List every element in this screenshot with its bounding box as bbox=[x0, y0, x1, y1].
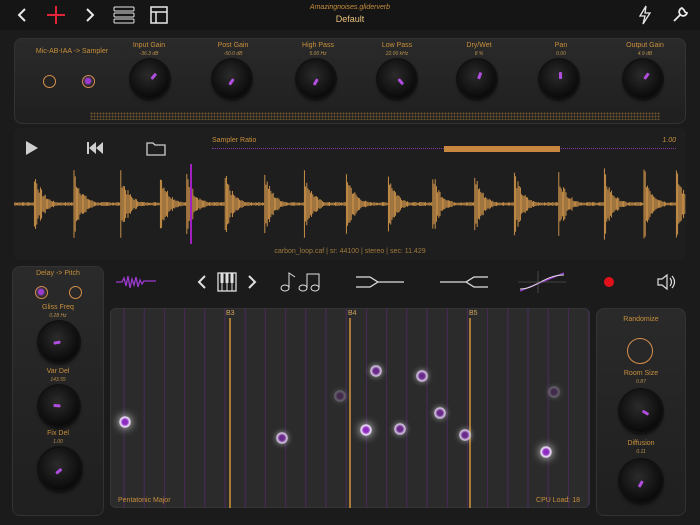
knob-label: Diffusion bbox=[627, 440, 655, 447]
var-del-knob[interactable] bbox=[39, 386, 79, 426]
play-icon[interactable] bbox=[24, 140, 40, 161]
folder-icon[interactable] bbox=[146, 140, 166, 161]
split-icon[interactable] bbox=[440, 270, 488, 294]
mode-radio-delay[interactable] bbox=[35, 286, 48, 299]
lightning-icon[interactable] bbox=[636, 3, 654, 27]
knob-label: Room Size bbox=[623, 370, 659, 377]
note-label: B4 bbox=[348, 310, 357, 317]
music-note-icon[interactable] bbox=[278, 270, 322, 294]
sampler-ratio-value: 1.00 bbox=[662, 137, 676, 144]
knob-value: 4.9 dB bbox=[637, 51, 653, 57]
voice-orb[interactable] bbox=[416, 370, 428, 382]
voice-orb[interactable] bbox=[459, 429, 471, 441]
voice-orb[interactable] bbox=[119, 416, 131, 428]
reverb-panel: Randomize Room Size 0.87 Diffusion 0.11 bbox=[596, 308, 686, 516]
chevron-left-icon[interactable] bbox=[12, 3, 32, 27]
voice-orb[interactable] bbox=[540, 446, 552, 458]
voice-orb[interactable] bbox=[276, 432, 288, 444]
curve-icon[interactable] bbox=[518, 270, 566, 294]
randomize-button[interactable] bbox=[627, 338, 653, 364]
knob-value: 22.00 kHz bbox=[385, 51, 409, 57]
voice-orb[interactable] bbox=[548, 386, 560, 398]
knob-value: 0.00 bbox=[556, 51, 566, 57]
post-gain-knob[interactable] bbox=[213, 60, 251, 98]
add-icon[interactable] bbox=[44, 3, 68, 27]
knob-label: Output Gain bbox=[626, 42, 664, 49]
pan-knob[interactable] bbox=[540, 60, 578, 98]
knob-label: Fix Del bbox=[47, 430, 69, 437]
voice-orb[interactable] bbox=[334, 390, 346, 402]
knob-value: 0.87 bbox=[636, 379, 646, 385]
pitch-grid[interactable]: B3 B4 B5 Pentatonic Major CPU Load: 18 bbox=[110, 308, 590, 508]
knob-value: 1.00 bbox=[53, 439, 63, 445]
scale-name: Pentatonic Major bbox=[118, 497, 171, 504]
waveform-thumb-icon[interactable] bbox=[116, 270, 156, 294]
sampler-panel: Sampler Ratio 1.00 bbox=[14, 128, 686, 260]
record-icon[interactable] bbox=[602, 270, 616, 294]
knob-label: Dry/Wet bbox=[466, 42, 492, 49]
knob-value: 5.00 Hz bbox=[309, 51, 327, 57]
input-mode-label: Mic-AB-IAA -> Sampler bbox=[35, 48, 109, 55]
knob-label: Post Gain bbox=[217, 42, 249, 49]
mode-radio-sampler[interactable] bbox=[82, 75, 95, 88]
knob-value: -36.3 dB bbox=[139, 51, 159, 57]
voice-orb[interactable] bbox=[370, 365, 382, 377]
knob-value: 0.28 Hz bbox=[49, 313, 67, 319]
mode-radio-pitch[interactable] bbox=[69, 286, 82, 299]
wrench-icon[interactable] bbox=[670, 3, 690, 27]
level-meter-dots bbox=[90, 112, 660, 120]
note-label: B5 bbox=[469, 310, 478, 317]
voice-orb[interactable] bbox=[394, 423, 406, 435]
knob-label: Gliss Freq bbox=[42, 304, 74, 311]
piano-icon[interactable] bbox=[216, 270, 238, 294]
room-size-knob[interactable] bbox=[620, 390, 662, 432]
voice-orb[interactable] bbox=[434, 407, 446, 419]
voice-orb[interactable] bbox=[360, 424, 372, 436]
delay-panel: Delay -> Pitch Gliss Freq 0.28 Hz Var De… bbox=[12, 266, 104, 516]
input-gain-knob[interactable] bbox=[131, 60, 169, 98]
knob-value: 0.11 bbox=[636, 449, 646, 455]
preset-file-name: Amazingnoises.gliderverb bbox=[309, 4, 391, 11]
output-gain-knob[interactable] bbox=[624, 60, 662, 98]
knob-label: Input Gain bbox=[132, 42, 166, 49]
fix-del-knob[interactable] bbox=[39, 448, 81, 490]
sampler-ratio-handle[interactable] bbox=[444, 146, 560, 152]
sample-info: carbon_loop.caf | sr: 44100 | stereo | s… bbox=[274, 248, 426, 255]
waveform[interactable] bbox=[14, 164, 686, 244]
knob-label: Low Pass bbox=[381, 42, 413, 49]
knob-label: Pan bbox=[554, 42, 568, 49]
low-pass-knob[interactable] bbox=[378, 60, 416, 98]
preset-name[interactable]: Default bbox=[260, 14, 440, 24]
rewind-icon[interactable] bbox=[86, 141, 104, 160]
diffusion-knob[interactable] bbox=[620, 460, 662, 502]
cpu-load: CPU Load: 18 bbox=[536, 497, 580, 504]
chevron-right-icon[interactable] bbox=[80, 3, 100, 27]
dry-wet-knob[interactable] bbox=[458, 60, 496, 98]
mode-radio-mic[interactable] bbox=[43, 75, 56, 88]
knob-value: 8 % bbox=[474, 51, 484, 57]
delay-mode-label: Delay -> Pitch bbox=[36, 270, 80, 277]
high-pass-knob[interactable] bbox=[297, 60, 335, 98]
note-label: B3 bbox=[226, 310, 235, 317]
knob-value: 143.55 bbox=[50, 377, 66, 383]
playhead[interactable] bbox=[190, 164, 192, 244]
randomize-label: Randomize bbox=[623, 316, 659, 323]
gliss-freq-knob[interactable] bbox=[39, 322, 79, 362]
layout-icon[interactable] bbox=[148, 3, 170, 27]
menu-icon[interactable] bbox=[112, 3, 136, 27]
chevron-left-icon[interactable] bbox=[196, 270, 208, 294]
knob-value: -50.0 dB bbox=[223, 51, 243, 57]
crossfade-icon[interactable] bbox=[356, 270, 404, 294]
knob-label: Var Del bbox=[46, 368, 70, 375]
chevron-right-icon[interactable] bbox=[246, 270, 258, 294]
knob-label: High Pass bbox=[302, 42, 334, 49]
pitch-grid-lines bbox=[123, 308, 590, 508]
speaker-icon[interactable] bbox=[656, 270, 678, 294]
top-bar: Amazingnoises.gliderverb Default bbox=[0, 0, 700, 30]
sampler-ratio-label: Sampler Ratio bbox=[212, 137, 257, 144]
